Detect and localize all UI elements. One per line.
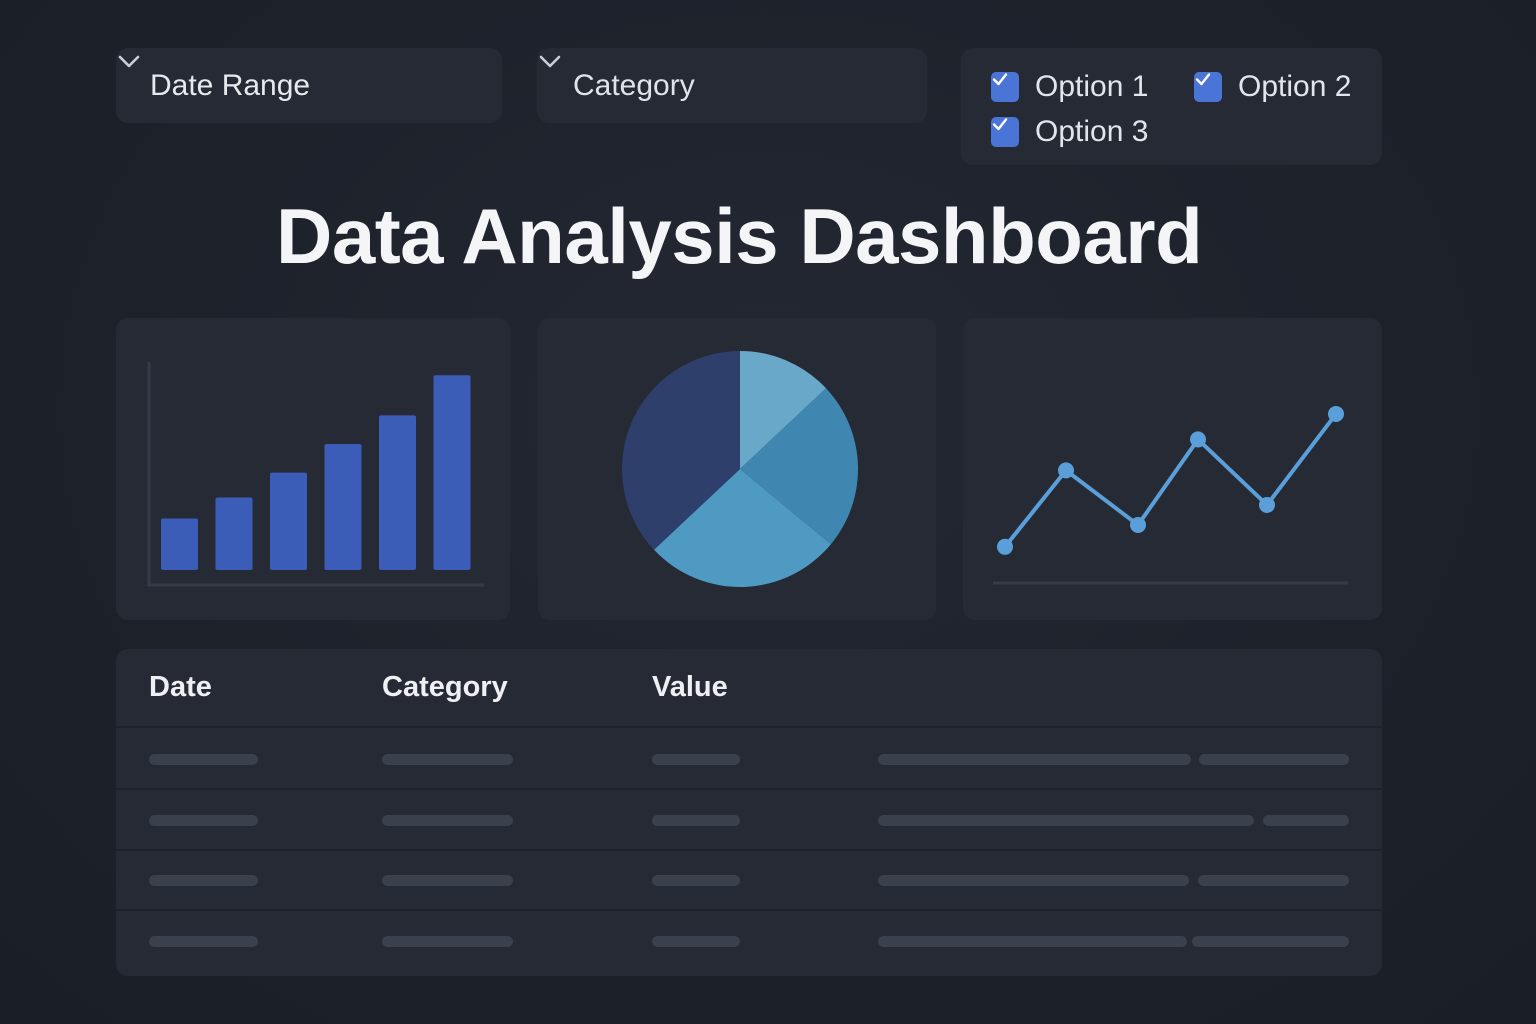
cell-placeholder (878, 815, 1254, 826)
cell-placeholder (652, 815, 740, 826)
option-3-checkbox[interactable]: Option 3 (991, 115, 1148, 149)
cell-placeholder (149, 936, 258, 947)
cell-placeholder (878, 754, 1191, 765)
bar (324, 444, 362, 570)
table-row[interactable] (116, 849, 1382, 911)
series-line (1003, 411, 1338, 549)
table-row[interactable] (116, 910, 1382, 970)
bar (270, 472, 307, 570)
pie-chart (622, 351, 859, 587)
cell-placeholder (382, 754, 513, 765)
data-point (1130, 516, 1146, 533)
chevron-down-icon (118, 55, 468, 99)
cell-placeholder (652, 875, 740, 886)
cell-placeholder (1198, 875, 1349, 886)
cell-placeholder (149, 875, 258, 886)
table-header: Date Category Value (116, 649, 1382, 728)
pie-chart-panel (538, 318, 936, 620)
checkmark-icon (991, 72, 1019, 102)
line-chart (993, 405, 1348, 585)
cell-placeholder (382, 936, 513, 947)
cell-placeholder (382, 815, 513, 826)
cell-placeholder (382, 875, 513, 886)
column-header-date[interactable]: Date (149, 671, 212, 704)
chevron-down-icon (539, 55, 899, 99)
checkmark-icon (1194, 72, 1222, 102)
date-range-dropdown[interactable]: Date Range (116, 48, 502, 123)
cell-placeholder (652, 936, 740, 947)
category-label: Category (573, 68, 695, 102)
data-point (997, 538, 1013, 555)
cell-placeholder (878, 936, 1187, 947)
table-row[interactable] (116, 728, 1382, 790)
cell-placeholder (1263, 815, 1349, 826)
data-table: Date Category Value (116, 649, 1382, 976)
cell-placeholder (149, 754, 258, 765)
options-filter-panel: Option 1 Option 2 Option 3 (961, 48, 1382, 165)
bar (215, 497, 253, 570)
checkmark-icon (991, 117, 1019, 147)
option-2-checkbox[interactable]: Option 2 (1194, 70, 1351, 104)
bar-chart (147, 362, 484, 587)
bar (433, 375, 471, 570)
dashboard-canvas: Date Range Category Option 1 Option 2 Op… (0, 0, 1536, 1024)
data-point (1328, 405, 1344, 422)
cell-placeholder (878, 875, 1189, 886)
option-1-label: Option 1 (1035, 70, 1149, 103)
cell-placeholder (149, 815, 258, 826)
option-3-label: Option 3 (1035, 115, 1149, 148)
cell-placeholder (1199, 754, 1349, 765)
line-chart-panel (963, 318, 1382, 620)
data-point (1058, 462, 1074, 479)
category-dropdown[interactable]: Category (537, 48, 927, 123)
option-2-label: Option 2 (1238, 70, 1352, 103)
date-range-label: Date Range (150, 68, 311, 102)
page-title: Data Analysis Dashboard (276, 192, 1203, 280)
data-point (1259, 496, 1275, 513)
bar (379, 415, 416, 570)
column-header-value[interactable]: Value (652, 671, 728, 704)
column-header-category[interactable]: Category (382, 671, 508, 704)
bar (161, 518, 198, 570)
option-1-checkbox[interactable]: Option 1 (991, 70, 1148, 104)
cell-placeholder (1192, 936, 1349, 947)
data-point (1190, 431, 1206, 448)
cell-placeholder (652, 754, 740, 765)
table-row[interactable] (116, 789, 1382, 851)
bar-chart-panel (116, 318, 510, 620)
